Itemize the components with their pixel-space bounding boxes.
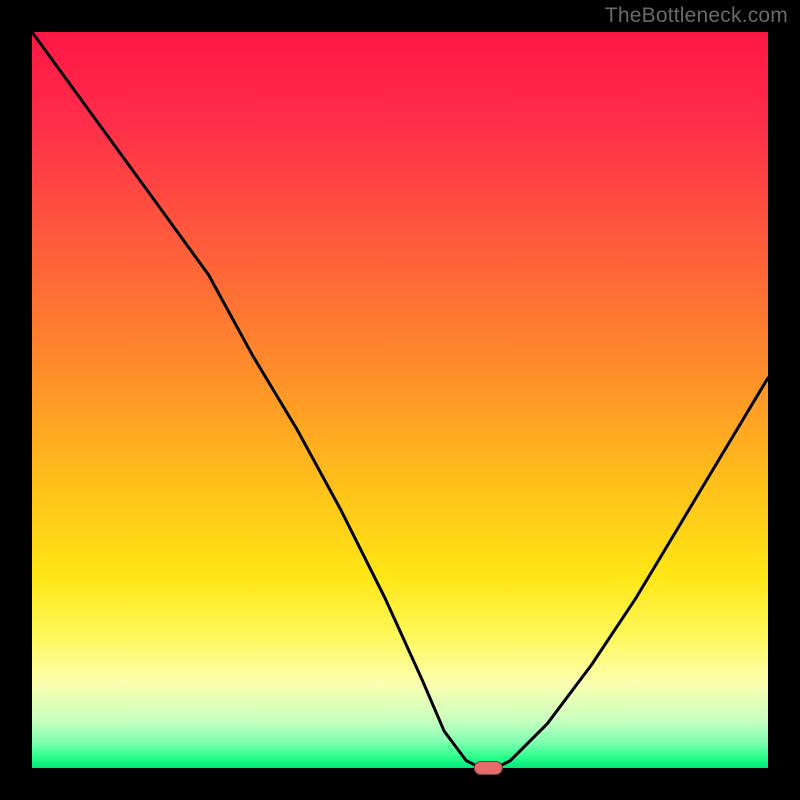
chart-svg (0, 0, 800, 800)
plot-background (32, 32, 768, 768)
optimal-marker (474, 762, 502, 775)
watermark-text: TheBottleneck.com (605, 4, 788, 28)
chart-stage: TheBottleneck.com (0, 0, 800, 800)
